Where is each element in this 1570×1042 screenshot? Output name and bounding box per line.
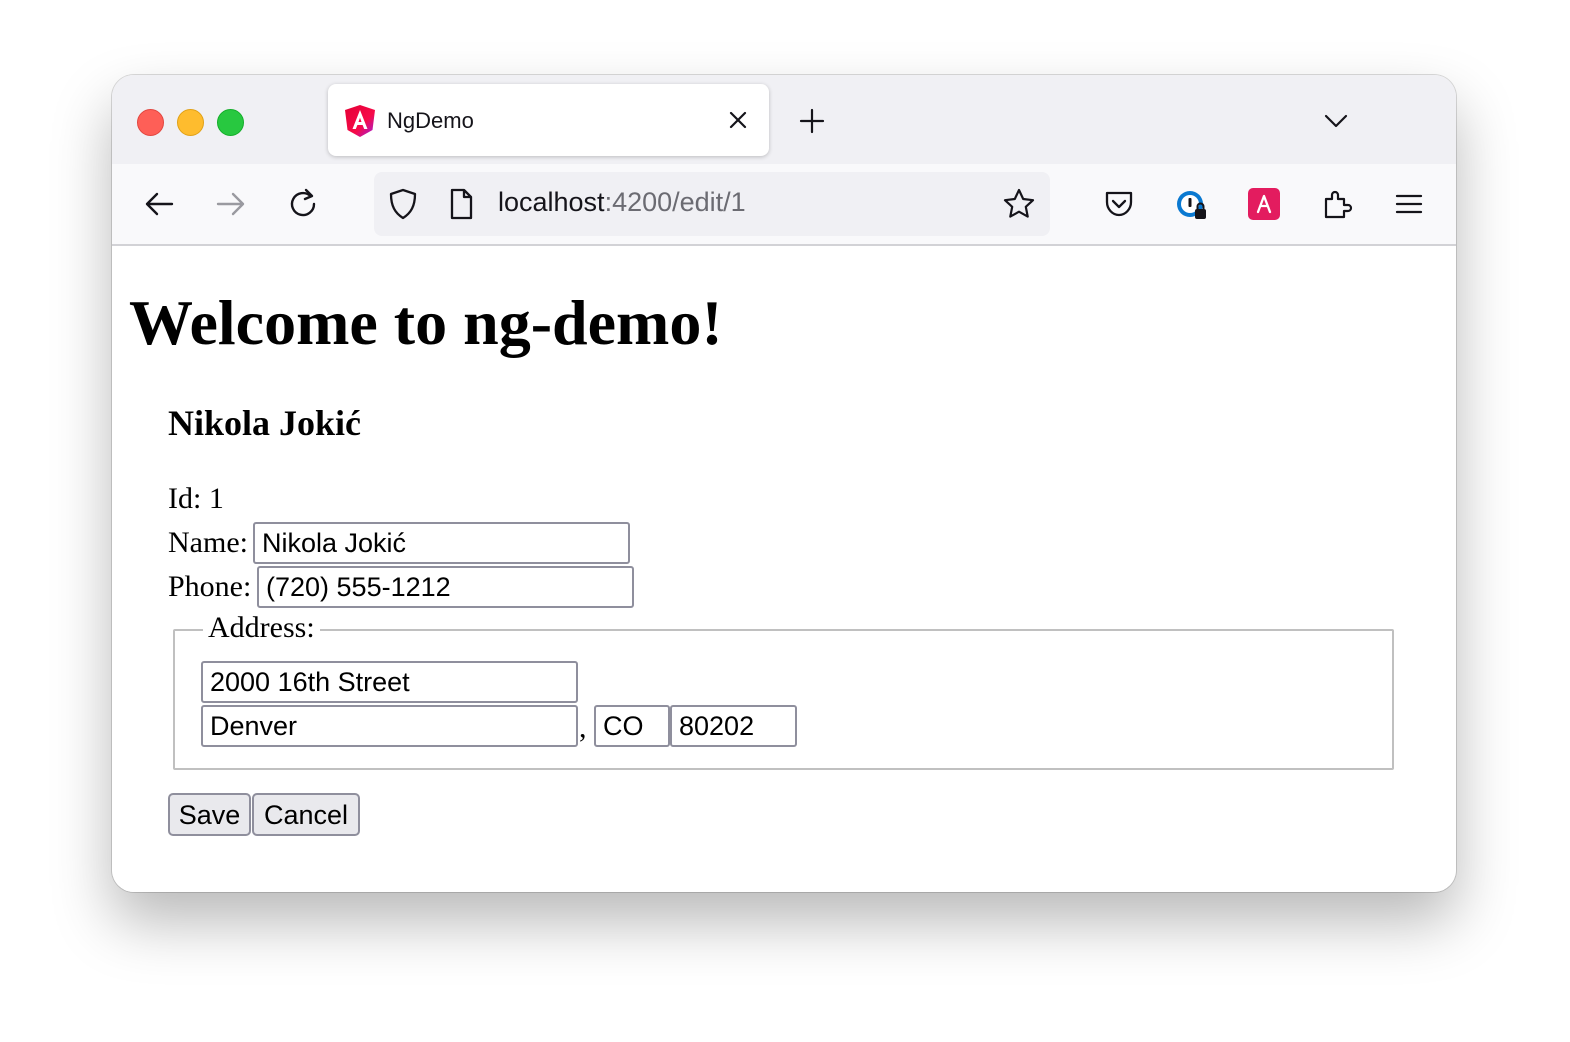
pocket-icon[interactable]	[1102, 187, 1136, 221]
chevron-down-icon[interactable]	[1322, 107, 1350, 135]
arrow-right-icon[interactable]	[214, 187, 248, 221]
page-title: Welcome to ng-demo!	[129, 287, 723, 358]
zip-input[interactable]: 80202	[670, 705, 797, 747]
city-input[interactable]: Denver	[201, 705, 578, 747]
address-legend: Address:	[203, 611, 320, 645]
url-bar[interactable]: localhost:4200/edit/1	[374, 172, 1050, 236]
tab-strip: NgDemo	[112, 75, 1456, 164]
navigation-toolbar: localhost:4200/edit/1	[112, 164, 1456, 246]
name-label: Name:	[168, 526, 248, 559]
active-tab[interactable]: NgDemo	[328, 84, 769, 156]
address-fieldset: Address: 2000 16th Street Denver , CO 80…	[173, 611, 1394, 770]
close-icon[interactable]	[726, 108, 750, 132]
name-input[interactable]: Nikola Jokić	[253, 522, 630, 564]
reload-icon[interactable]	[286, 187, 320, 221]
zoom-window-button[interactable]	[217, 109, 244, 136]
save-button[interactable]: Save	[168, 793, 251, 836]
angular-logo-icon	[345, 105, 375, 137]
red-extension-icon[interactable]	[1247, 187, 1281, 221]
page-icon[interactable]	[444, 187, 478, 221]
state-input[interactable]: CO	[594, 705, 670, 747]
close-window-button[interactable]	[137, 109, 164, 136]
browser-window: NgDemo localhost:4200/edit/1 Welcome to …	[112, 75, 1456, 892]
id-line: Id: 1	[168, 482, 224, 515]
minimize-window-button[interactable]	[177, 109, 204, 136]
phone-label: Phone:	[168, 570, 252, 603]
url-path: :4200/edit/1	[604, 187, 746, 217]
url-text[interactable]: localhost:4200/edit/1	[498, 187, 746, 218]
record-title: Nikola Jokić	[168, 403, 362, 443]
street-input[interactable]: 2000 16th Street	[201, 661, 578, 703]
cancel-button[interactable]: Cancel	[252, 793, 360, 836]
tab-title: NgDemo	[387, 108, 474, 133]
shield-icon[interactable]	[386, 187, 420, 221]
arrow-left-icon[interactable]	[142, 187, 176, 221]
url-host: localhost	[498, 187, 605, 217]
hamburger-menu-icon[interactable]	[1392, 187, 1426, 221]
puzzle-icon[interactable]	[1320, 187, 1354, 221]
plus-icon[interactable]	[798, 107, 826, 135]
page-content: Welcome to ng-demo! Nikola Jokić Id: 1 N…	[112, 246, 1456, 892]
password-manager-icon[interactable]	[1174, 187, 1208, 221]
address-comma: ,	[579, 711, 587, 744]
phone-input[interactable]: (720) 555-1212	[257, 566, 634, 608]
star-icon[interactable]	[1002, 187, 1036, 221]
